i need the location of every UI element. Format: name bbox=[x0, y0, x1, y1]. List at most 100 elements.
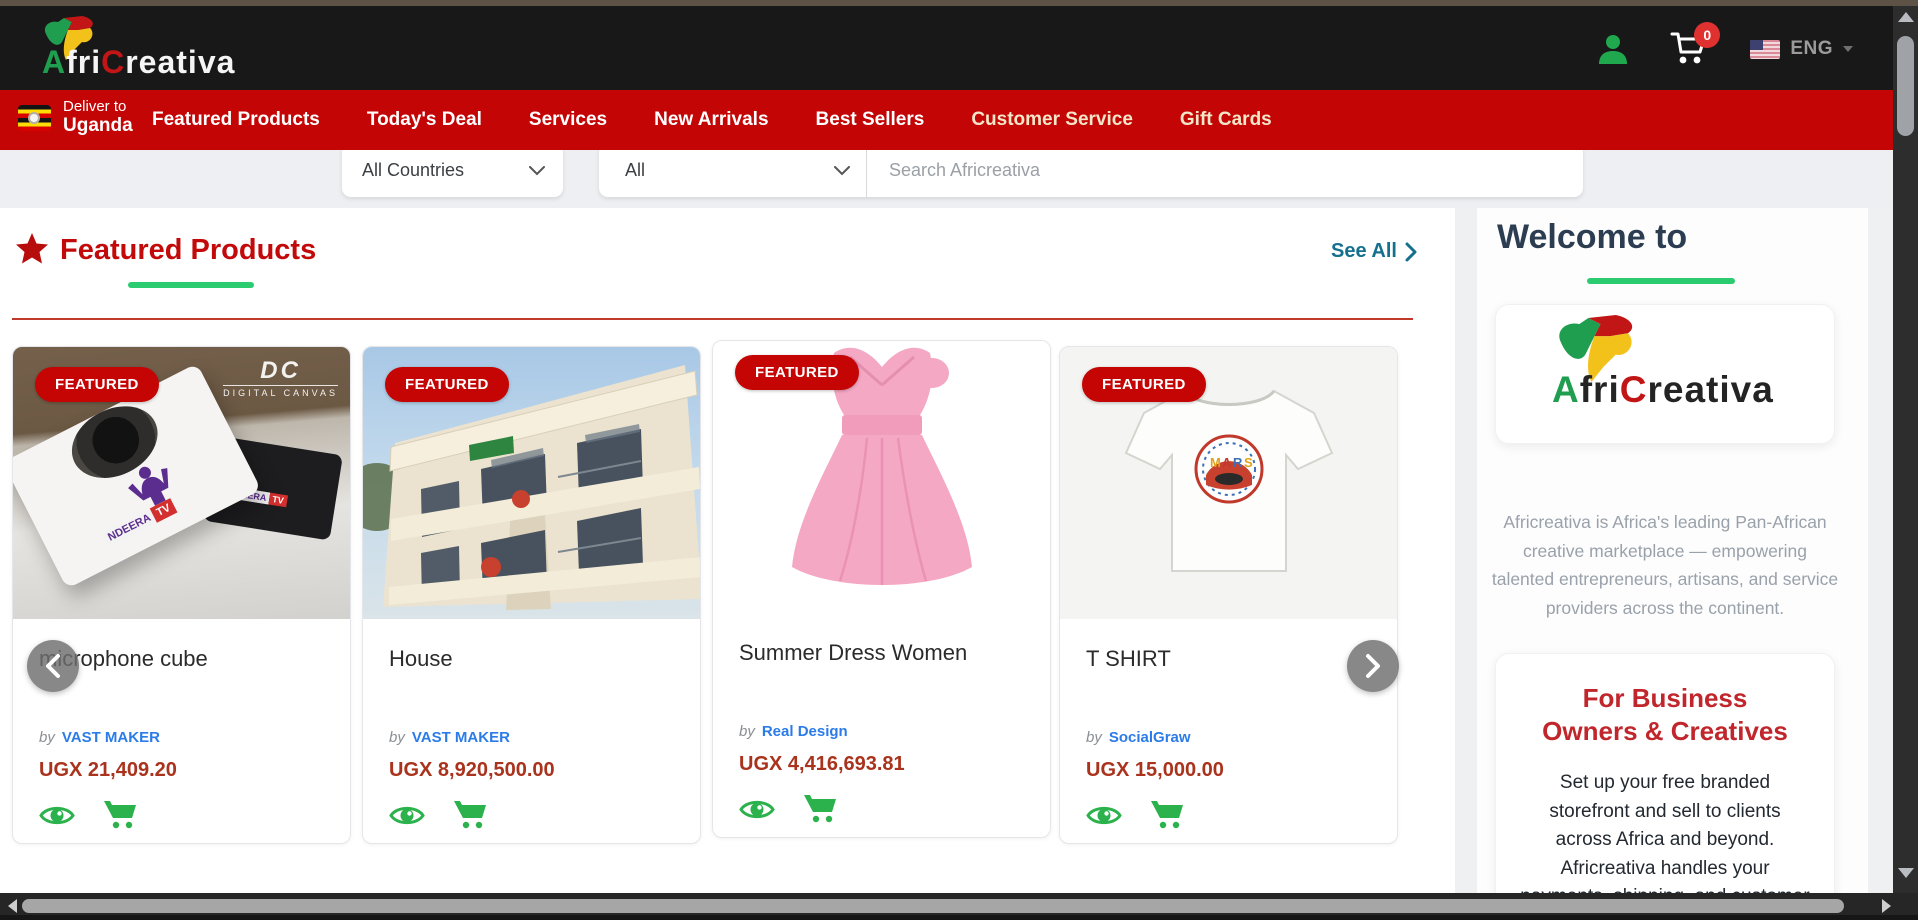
chevron-left-icon bbox=[45, 653, 61, 679]
welcome-sidebar: Welcome to AfriCreativa Africreativa is … bbox=[1477, 208, 1868, 895]
cart-icon bbox=[103, 799, 137, 831]
add-to-cart-button[interactable] bbox=[103, 799, 137, 831]
site-header: AfriCreativa 0 ENG bbox=[0, 6, 1893, 90]
svg-text:M: M bbox=[1210, 455, 1221, 470]
svg-text:S: S bbox=[1244, 455, 1253, 470]
product-card-t-shirt[interactable]: M A R S FEATURED T SHIRT by SocialGraw U… bbox=[1059, 346, 1398, 844]
seller-link[interactable]: SocialGraw bbox=[1109, 729, 1191, 746]
site-logo[interactable]: AfriCreativa bbox=[30, 14, 290, 86]
product-image[interactable]: FEATURED bbox=[713, 341, 1050, 613]
welcome-heading: Welcome to bbox=[1497, 218, 1687, 257]
product-title[interactable]: microphone cube bbox=[39, 647, 324, 671]
search-input[interactable] bbox=[867, 144, 1583, 197]
country-select[interactable]: All Countries bbox=[342, 144, 563, 197]
add-to-cart-button[interactable] bbox=[453, 799, 487, 831]
about-paragraph: Africreativa is Africa's leading Pan-Afr… bbox=[1491, 508, 1839, 622]
nav-item-best-sellers[interactable]: Best Sellers bbox=[816, 109, 925, 131]
business-body: Set up your free branded storefront and … bbox=[1516, 769, 1814, 895]
nav-item-new-arrivals[interactable]: New Arrivals bbox=[654, 109, 768, 131]
add-to-cart-button[interactable] bbox=[1150, 799, 1184, 831]
add-to-cart-button[interactable] bbox=[803, 793, 837, 825]
deliver-label: Deliver to bbox=[63, 98, 133, 115]
product-image[interactable]: DC DIGITAL CANVAS NDEERA TV NDEERA TV bbox=[13, 347, 350, 619]
section-title: Featured Products bbox=[60, 234, 316, 267]
uganda-flag-icon bbox=[18, 105, 51, 131]
eye-icon bbox=[1086, 802, 1122, 829]
product-title[interactable]: T SHIRT bbox=[1086, 647, 1371, 671]
us-flag-icon bbox=[1750, 40, 1780, 59]
title-underline bbox=[128, 282, 254, 288]
carousel-next-button[interactable] bbox=[1347, 640, 1399, 692]
nav-item-gift-cards[interactable]: Gift Cards bbox=[1180, 109, 1272, 131]
quick-view-button[interactable] bbox=[739, 796, 775, 823]
svg-text:A: A bbox=[1222, 455, 1232, 470]
search-box: All bbox=[599, 144, 1583, 197]
scroll-left-arrow-icon[interactable] bbox=[8, 899, 17, 913]
sidebar-logo-card: AfriCreativa bbox=[1495, 304, 1835, 444]
svg-text:R: R bbox=[1233, 455, 1243, 470]
section-divider bbox=[12, 318, 1413, 320]
quick-view-button[interactable] bbox=[39, 802, 75, 829]
category-select-value: All bbox=[625, 160, 645, 181]
seller-link[interactable]: VAST MAKER bbox=[412, 729, 510, 746]
main-nav: Deliver to Uganda Featured Products Toda… bbox=[0, 90, 1893, 150]
see-all-link[interactable]: See All bbox=[1331, 240, 1417, 263]
by-label: by bbox=[1086, 729, 1102, 746]
carousel-prev-button[interactable] bbox=[27, 640, 79, 692]
by-label: by bbox=[39, 729, 55, 746]
chevron-right-icon bbox=[1405, 242, 1417, 262]
language-label: ENG bbox=[1790, 38, 1833, 60]
product-title[interactable]: House bbox=[389, 647, 674, 671]
seller-link[interactable]: VAST MAKER bbox=[62, 729, 160, 746]
eye-icon bbox=[739, 796, 775, 823]
chevron-down-icon bbox=[529, 166, 545, 176]
product-card-house[interactable]: FEATURED House by VAST MAKER UGX 8,920,5… bbox=[362, 346, 701, 844]
product-price: UGX 15,000.00 bbox=[1086, 759, 1371, 782]
cart-icon bbox=[1150, 799, 1184, 831]
seller-link[interactable]: Real Design bbox=[762, 723, 848, 740]
account-button[interactable] bbox=[1596, 32, 1630, 66]
quick-view-button[interactable] bbox=[1086, 802, 1122, 829]
cart-button[interactable]: 0 bbox=[1668, 28, 1712, 70]
product-title[interactable]: Summer Dress Women bbox=[739, 641, 1024, 665]
search-bar-row: All Countries All bbox=[0, 150, 1893, 208]
product-image[interactable]: FEATURED bbox=[363, 347, 700, 619]
by-label: by bbox=[389, 729, 405, 746]
product-card-summer-dress[interactable]: FEATURED Summer Dress Women by Real Desi… bbox=[712, 340, 1051, 838]
person-icon bbox=[1596, 32, 1630, 66]
deliver-to-selector[interactable]: Deliver to Uganda bbox=[18, 98, 133, 137]
vertical-scrollbar-thumb[interactable] bbox=[1897, 36, 1914, 136]
chevron-down-icon bbox=[834, 166, 850, 176]
chevron-down-icon bbox=[1843, 46, 1853, 52]
photo-watermark: DC DIGITAL CANVAS bbox=[223, 357, 338, 398]
scroll-down-arrow-icon[interactable] bbox=[1898, 868, 1914, 878]
business-owners-card: For Business Owners & Creatives Set up y… bbox=[1495, 653, 1835, 895]
nav-item-customer-service[interactable]: Customer Service bbox=[971, 109, 1133, 131]
nav-item-featured-products[interactable]: Featured Products bbox=[152, 109, 320, 131]
deliver-country: Uganda bbox=[63, 115, 133, 137]
site-logo-text: AfriCreativa bbox=[42, 44, 235, 81]
scroll-right-arrow-icon[interactable] bbox=[1882, 899, 1891, 913]
featured-products-section: Featured Products See All DC DIGITAL CAN… bbox=[0, 208, 1455, 895]
welcome-underline bbox=[1587, 278, 1735, 284]
language-selector[interactable]: ENG bbox=[1750, 38, 1853, 60]
product-price: UGX 21,409.20 bbox=[39, 759, 324, 782]
site-logo-text: AfriCreativa bbox=[1552, 369, 1774, 411]
product-price: UGX 8,920,500.00 bbox=[389, 759, 674, 782]
product-card-microphone-cube[interactable]: DC DIGITAL CANVAS NDEERA TV NDEERA TV bbox=[12, 346, 351, 844]
product-image[interactable]: M A R S FEATURED bbox=[1060, 347, 1397, 619]
category-select[interactable]: All bbox=[599, 144, 867, 197]
horizontal-scrollbar-thumb[interactable] bbox=[22, 899, 1844, 913]
country-select-value: All Countries bbox=[362, 160, 464, 181]
chevron-right-icon bbox=[1365, 653, 1381, 679]
cart-icon bbox=[453, 799, 487, 831]
scroll-up-arrow-icon[interactable] bbox=[1898, 12, 1914, 22]
nav-item-services[interactable]: Services bbox=[529, 109, 607, 131]
eye-icon bbox=[389, 802, 425, 829]
vertical-scrollbar[interactable] bbox=[1893, 0, 1918, 893]
quick-view-button[interactable] bbox=[389, 802, 425, 829]
product-price: UGX 4,416,693.81 bbox=[739, 753, 1024, 776]
nav-item-todays-deal[interactable]: Today's Deal bbox=[367, 109, 482, 131]
featured-badge: FEATURED bbox=[35, 367, 159, 402]
by-label: by bbox=[739, 723, 755, 740]
